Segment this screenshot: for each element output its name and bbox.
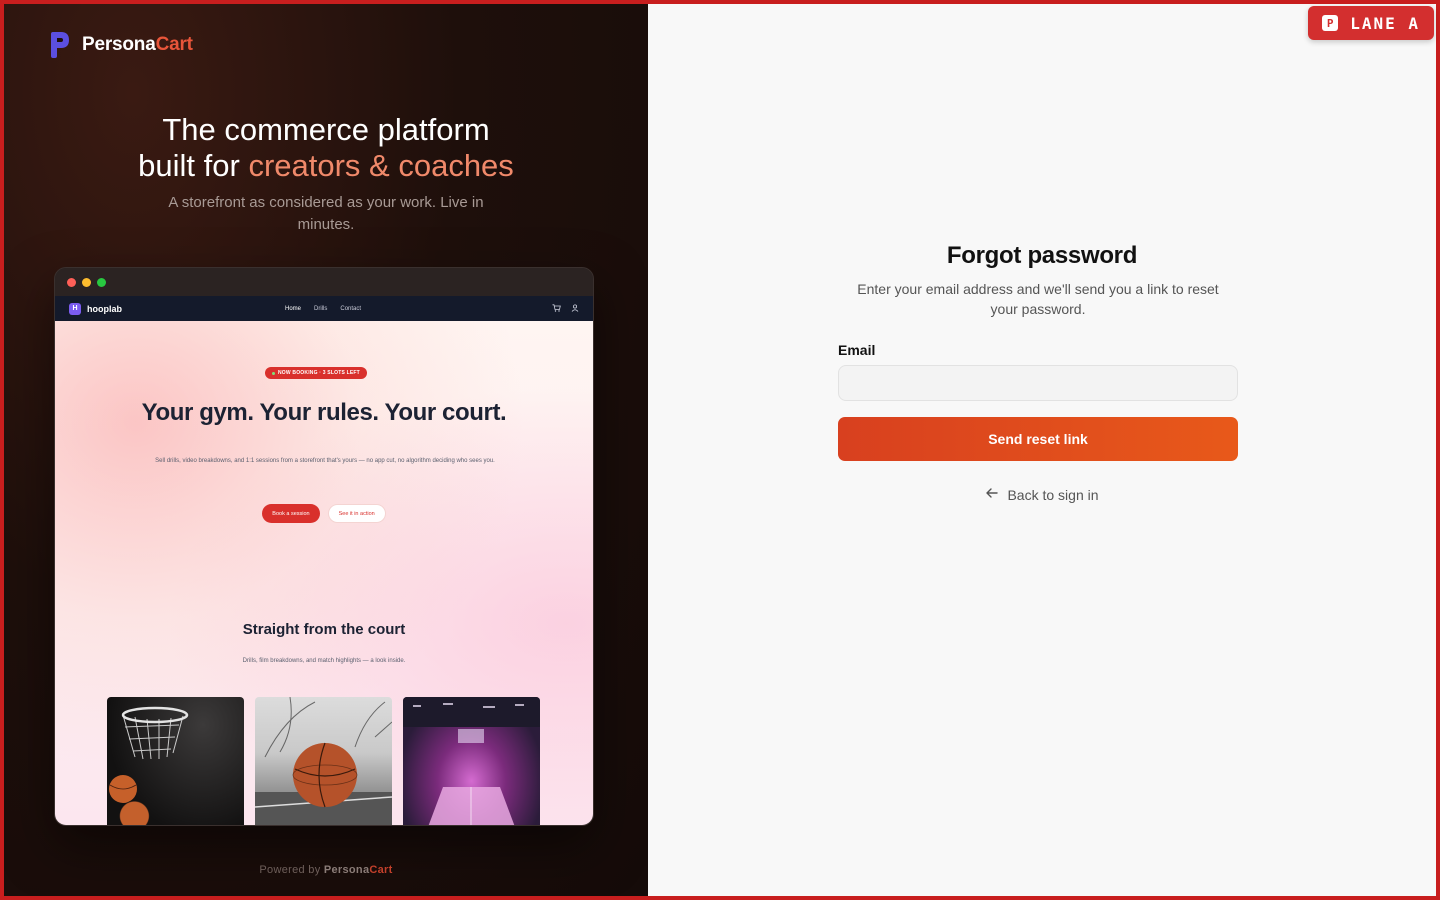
- page-subtitle: Enter your email address and we'll send …: [857, 281, 1219, 317]
- basketball-hoop-image: [107, 697, 244, 825]
- back-to-sign-in-link[interactable]: Back to sign in: [648, 486, 1436, 503]
- app-frame: PersonaCart The commerce platform built …: [4, 4, 1436, 896]
- cart-icon: [552, 303, 561, 314]
- storefront-preview: H hooplab Home Drills Contact NOW BOOKIN…: [54, 267, 594, 826]
- marketing-panel: PersonaCart The commerce platform built …: [4, 4, 648, 896]
- email-field[interactable]: [838, 365, 1238, 401]
- email-label: Email: [838, 342, 876, 358]
- preview-nav-drills: Drills: [314, 305, 328, 312]
- preview-section-subtitle: Drills, film breakdowns, and match highl…: [242, 658, 406, 664]
- parking-icon: P: [1322, 15, 1339, 31]
- preview-logo: H hooplab: [69, 302, 122, 315]
- brand-name: PersonaCart: [82, 34, 193, 55]
- minimize-dot-icon: [82, 277, 91, 287]
- lane-label: LANE A: [1350, 13, 1420, 33]
- preview-see-button: See it in action: [327, 504, 386, 523]
- preview-nav-contact: Contact: [340, 305, 362, 312]
- status-dot-icon: [272, 371, 275, 375]
- browser-chrome: [55, 268, 593, 296]
- basketball-court-image: [255, 697, 392, 825]
- preview-nav-icons: [552, 303, 579, 314]
- preview-logo-icon: H: [69, 302, 81, 315]
- brand-logo[interactable]: PersonaCart: [48, 30, 193, 60]
- preview-section-title: Straight from the court: [242, 621, 406, 638]
- preview-book-button: Book a session: [262, 504, 320, 523]
- maximize-dot-icon: [97, 277, 106, 287]
- hero-subtitle: A storefront as considered as your work.…: [168, 194, 484, 233]
- preview-nav-links: Home Drills Contact: [285, 306, 361, 312]
- arena-image: [403, 697, 540, 825]
- lane-badge: P LANE A: [1308, 6, 1434, 40]
- back-to-sign-in-label: Back to sign in: [1007, 486, 1099, 503]
- preview-headline: Your gym. Your rules. Your court.: [141, 399, 507, 426]
- preview-booking-badge: NOW BOOKING · 3 SLOTS LEFT: [265, 367, 367, 379]
- preview-description: Sell drills, video breakdowns, and 1:1 s…: [155, 458, 495, 464]
- powered-by: Powered by PersonaCart: [259, 864, 393, 876]
- preview-navbar: H hooplab Home Drills Contact: [55, 296, 593, 321]
- hero-title: The commerce platform built for creators…: [138, 112, 514, 183]
- send-reset-link-button[interactable]: Send reset link: [838, 417, 1238, 461]
- page-title: Forgot password: [946, 242, 1138, 269]
- preview-logo-name: hooplab: [87, 303, 122, 314]
- arrow-left-icon: [985, 486, 999, 503]
- preview-cta-group: Book a session See it in action: [55, 504, 593, 523]
- user-icon: [571, 303, 579, 314]
- personacart-logo-icon: [48, 30, 72, 60]
- preview-nav-home: Home: [285, 305, 302, 312]
- preview-page: NOW BOOKING · 3 SLOTS LEFT Your gym. You…: [55, 321, 593, 825]
- auth-panel: Forgot password Enter your email address…: [648, 4, 1436, 896]
- close-dot-icon: [67, 277, 76, 287]
